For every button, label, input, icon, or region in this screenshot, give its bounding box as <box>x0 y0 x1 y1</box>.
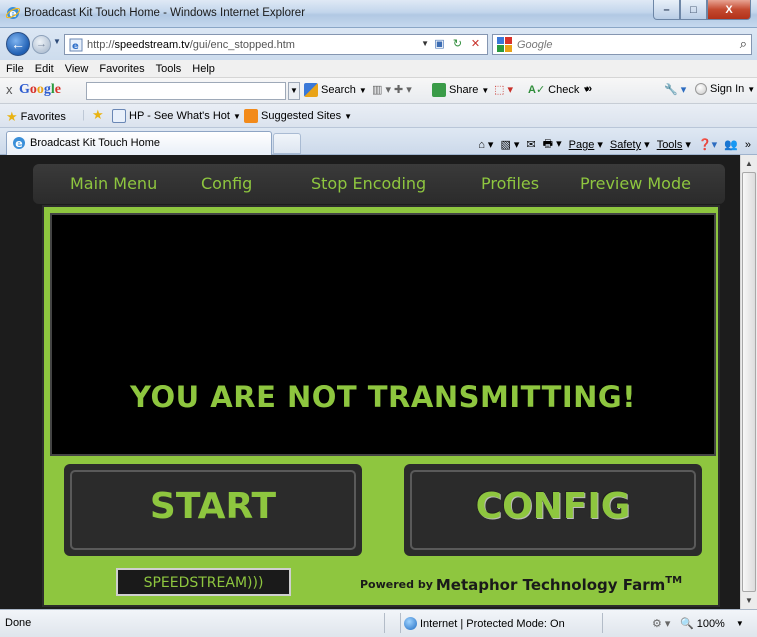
feeds-icon[interactable]: ▧ ▾ <box>500 138 519 151</box>
minimize-button[interactable]: – <box>653 0 680 20</box>
hp-link[interactable]: HP - See What's Hot ▼ <box>112 109 241 123</box>
svg-text:e: e <box>15 137 22 150</box>
config-button[interactable]: CONFIG <box>404 464 702 556</box>
mail-icon[interactable]: ✉ <box>526 138 535 151</box>
share-icon <box>432 83 446 97</box>
menu-help[interactable]: Help <box>192 60 215 77</box>
nav-preview-mode[interactable]: Preview Mode <box>580 174 691 193</box>
search-icon[interactable]: ⌕ <box>740 36 747 52</box>
ie-page-icon: e <box>13 137 25 150</box>
stop-icon[interactable]: ✕ <box>468 37 483 52</box>
check-button[interactable]: A✓ Check ▼ <box>528 83 590 97</box>
google-search-icon <box>304 83 318 97</box>
refresh-icon[interactable]: ↻ <box>450 37 465 52</box>
powered-by-credit: Powered by Metaphor Technology FarmTM <box>360 575 683 594</box>
start-button[interactable]: START <box>64 464 362 556</box>
page-icon: e <box>69 38 83 52</box>
back-button[interactable]: ← <box>6 32 30 56</box>
suggested-sites-link[interactable]: Suggested Sites ▼ <box>244 109 352 123</box>
google-icon <box>497 37 512 52</box>
menu-bar: File Edit View Favorites Tools Help <box>0 60 757 78</box>
google-search-button[interactable]: Search ▼ <box>304 83 367 97</box>
print-icon[interactable]: 🖶 ▾ <box>543 135 562 154</box>
spellcheck-icon: A✓ <box>528 84 546 96</box>
web-content: Main Menu Config Stop Encoding Profiles … <box>0 155 740 609</box>
security-zone[interactable]: Internet | Protected Mode: On <box>404 617 565 630</box>
address-bar[interactable]: e http://speedstream.tv/gui/enc_stopped.… <box>64 34 488 55</box>
suggested-sites-icon <box>244 109 258 123</box>
google-search-dropdown[interactable]: ▼ <box>288 82 300 100</box>
config-label: CONFIG <box>475 486 631 527</box>
start-label: START <box>149 486 277 527</box>
vertical-scrollbar[interactable]: ▲ ▼ <box>740 155 757 609</box>
title-bar: e Broadcast Kit Touch Home - Windows Int… <box>0 0 757 28</box>
tab-label: Broadcast Kit Touch Home <box>30 137 161 149</box>
help-icon[interactable]: ❓▾ <box>698 138 717 151</box>
url-text[interactable]: http://speedstream.tv/gui/enc_stopped.ht… <box>87 39 295 51</box>
menu-file[interactable]: File <box>6 60 24 77</box>
user-icon <box>695 83 707 95</box>
history-dropdown-icon[interactable]: ▼ <box>53 37 61 46</box>
tab-broadcast-kit[interactable]: e Broadcast Kit Touch Home <box>6 131 272 155</box>
status-text: Done <box>5 617 32 629</box>
address-dropdown-icon[interactable]: ▼ <box>421 39 429 48</box>
nav-stop-encoding[interactable]: Stop Encoding <box>311 174 426 193</box>
menu-tools[interactable]: Tools <box>156 60 182 77</box>
menu-favorites[interactable]: Favorites <box>99 60 144 77</box>
share-button[interactable]: Share ▼ <box>432 83 489 97</box>
command-more-icon[interactable]: » <box>745 139 751 151</box>
bookmarks-icon[interactable]: ⬚ ▾ <box>494 83 513 96</box>
command-bar: ⌂ ▾ ▧ ▾ ✉ 🖶 ▾ Page ▾ Safety ▾ Tools ▾ ❓▾… <box>478 135 751 154</box>
speedstream-logo: SPEEDSTREAM))) <box>116 568 291 596</box>
nav-main-menu[interactable]: Main Menu <box>70 174 157 193</box>
globe-icon <box>404 617 417 630</box>
scroll-up-icon[interactable]: ▲ <box>741 155 757 172</box>
safety-menu[interactable]: Safety ▾ <box>610 138 650 151</box>
scroll-down-icon[interactable]: ▼ <box>741 592 757 609</box>
page-icon <box>112 109 126 123</box>
search-placeholder: Google <box>517 39 553 51</box>
status-screen: YOU ARE NOT TRANSMITTING! <box>50 213 716 456</box>
toolbar-more-icon[interactable]: » <box>586 83 592 95</box>
address-row: ← → ▼ e http://speedstream.tv/gui/enc_st… <box>0 28 757 60</box>
transmit-status-message: YOU ARE NOT TRANSMITTING! <box>130 380 636 414</box>
star-icon: ★ <box>6 109 18 124</box>
search-box[interactable]: Google ⌕ <box>492 34 752 55</box>
menu-view[interactable]: View <box>65 60 89 77</box>
window-title: Broadcast Kit Touch Home - Windows Inter… <box>24 7 306 19</box>
tools-menu[interactable]: Tools ▾ <box>657 138 691 151</box>
wrench-icon[interactable]: 🔧 ▾ <box>664 83 686 96</box>
scroll-thumb[interactable] <box>742 172 756 592</box>
home-icon[interactable]: ⌂ ▾ <box>478 138 493 151</box>
zoom-control[interactable]: 🔍 100% ▼ <box>680 617 744 631</box>
maximize-button[interactable]: □ <box>680 0 707 20</box>
zoom-icon: 🔍 <box>680 618 694 630</box>
new-tab-button[interactable] <box>273 133 301 154</box>
nav-config[interactable]: Config <box>201 174 252 193</box>
toolbar-buttons-icon[interactable]: ▥ ▾ ✚ ▾ <box>372 83 412 96</box>
sign-in-button[interactable]: Sign In ▼ <box>695 83 755 95</box>
favorites-button[interactable]: ★ Favorites <box>6 109 66 125</box>
status-bar: Done Internet | Protected Mode: On ⚙ ▾ 🔍… <box>0 609 757 637</box>
google-logo: Google <box>19 82 61 97</box>
tab-row: e Broadcast Kit Touch Home ⌂ ▾ ▧ ▾ ✉ 🖶 ▾… <box>0 128 757 155</box>
menu-edit[interactable]: Edit <box>35 60 54 77</box>
favorites-bar: ★ Favorites | ★ HP - See What's Hot ▼ Sug… <box>0 104 757 128</box>
ie-logo-icon: e <box>6 7 20 20</box>
separator: | <box>82 109 85 121</box>
forward-button[interactable]: → <box>32 35 51 54</box>
google-toolbar: x Google ▼ Search ▼ ▥ ▾ ✚ ▾ Share ▼ ⬚ ▾ A✓… <box>0 78 757 104</box>
research-icon[interactable]: 👥 <box>724 138 738 151</box>
toolbar-close-icon[interactable]: x <box>6 82 13 97</box>
page-menu[interactable]: Page ▾ <box>569 138 603 151</box>
protected-mode-icon[interactable]: ⚙ ▾ <box>652 617 670 630</box>
svg-text:e: e <box>72 41 79 52</box>
top-nav: Main Menu Config Stop Encoding Profiles … <box>33 164 725 204</box>
close-button[interactable]: X <box>707 0 751 20</box>
add-favorite-icon[interactable]: ★ <box>92 107 104 123</box>
main-panel: YOU ARE NOT TRANSMITTING! START CONFIG S… <box>42 205 720 607</box>
google-search-input[interactable] <box>86 82 286 100</box>
nav-profiles[interactable]: Profiles <box>481 174 539 193</box>
compatibility-view-icon[interactable]: ▣ <box>432 37 447 52</box>
